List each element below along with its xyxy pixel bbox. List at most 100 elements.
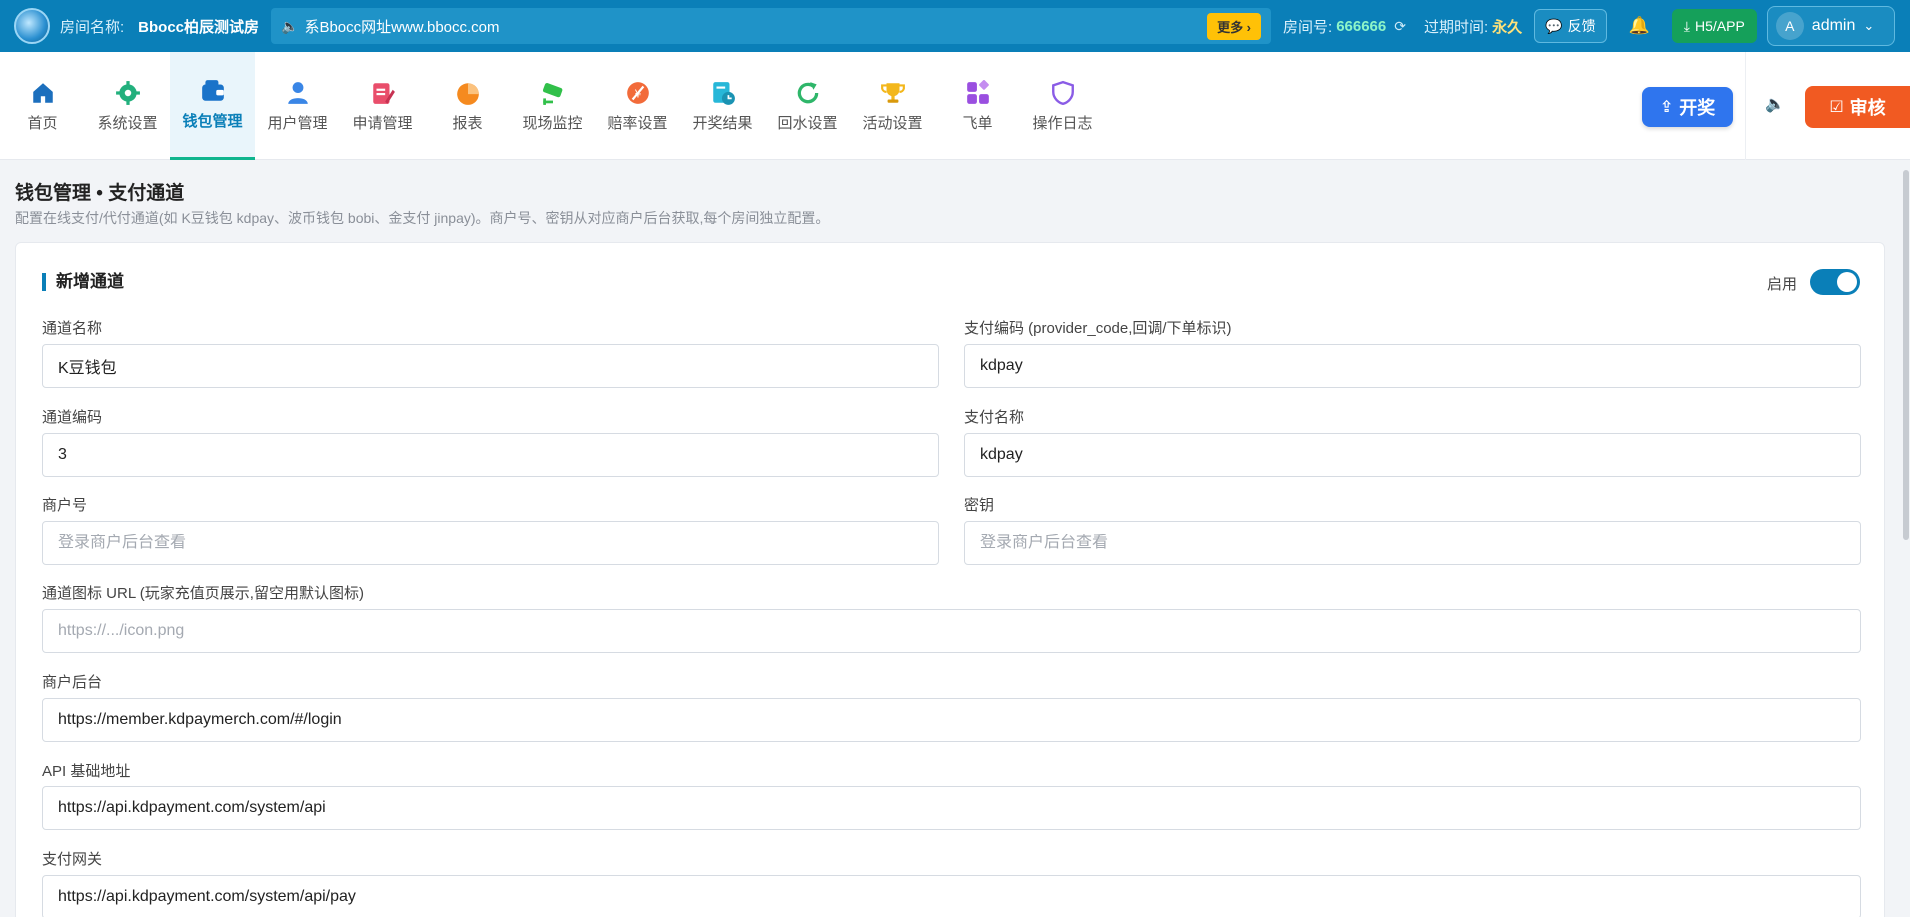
provider-code-input[interactable]	[980, 357, 1845, 375]
main-nav: 首页 系统设置 钱包管理 用户管理 申请管理 报表 现场监控 ¥ 赔率设置 开奖…	[0, 52, 1910, 160]
nav-label: 用户管理	[267, 114, 328, 132]
checkbox-icon: ☑	[1829, 99, 1844, 116]
secret-label: 密钥	[964, 497, 995, 514]
user-icon	[285, 80, 311, 106]
nav-label: 首页	[27, 114, 58, 132]
result-icon	[710, 80, 736, 106]
api-base-input[interactable]	[58, 799, 1845, 817]
notice-text: 系Bbocc网址www.bbocc.com	[304, 18, 500, 36]
nav-item-home[interactable]: 首页	[0, 52, 85, 160]
wallet-icon	[200, 78, 226, 104]
gateway-field[interactable]	[42, 875, 1861, 917]
draw-button[interactable]: ⇪ 开奖	[1642, 87, 1733, 127]
refresh-icon[interactable]: ⟳	[1394, 18, 1406, 35]
icon-url-field[interactable]	[42, 609, 1861, 653]
merchant-backend-input[interactable]	[58, 711, 1845, 729]
pay-name-label: 支付名称	[964, 409, 1025, 426]
user-menu[interactable]: A admin ⌄	[1766, 6, 1895, 46]
nav-item-live-monitor[interactable]: 现场监控	[510, 52, 595, 160]
icon-url-input[interactable]	[58, 622, 1845, 640]
nav-label: 赔率设置	[607, 114, 668, 132]
nav-label: 飞单	[962, 114, 993, 132]
camera-icon	[540, 80, 566, 106]
api-base-label: API 基础地址	[42, 763, 131, 780]
pay-name-input[interactable]	[980, 446, 1845, 464]
nav-item-draw-results[interactable]: 开奖结果	[680, 52, 765, 160]
nav-label: 钱包管理	[182, 113, 243, 130]
speaker-icon: 🔈	[281, 17, 299, 34]
nav-item-user-management[interactable]: 用户管理	[255, 52, 340, 160]
h5-app-label: H5/APP	[1694, 18, 1745, 34]
nav-item-applications[interactable]: 申请管理	[340, 52, 425, 160]
nav-label: 活动设置	[862, 114, 923, 132]
h5-app-button[interactable]: ⤓ H5/APP	[1671, 9, 1757, 43]
feedback-label: 反馈	[1567, 18, 1596, 34]
api-base-field[interactable]	[42, 786, 1861, 830]
draw-button-label: 开奖	[1679, 98, 1716, 118]
nav-label: 报表	[452, 114, 483, 132]
feedback-button[interactable]: 💬 反馈	[1534, 9, 1607, 43]
gateway-input[interactable]	[58, 888, 1845, 906]
username: admin	[1811, 17, 1856, 34]
pie-chart-icon	[455, 80, 481, 106]
nav-item-fly-orders[interactable]: 飞单	[935, 52, 1020, 160]
channel-name-field[interactable]	[42, 344, 939, 388]
channel-code-field[interactable]	[42, 433, 939, 477]
scrollbar-thumb[interactable]	[1903, 170, 1909, 540]
merchant-no-label: 商户号	[42, 497, 88, 514]
merchant-no-field[interactable]	[42, 521, 939, 565]
card-title: 新增通道	[42, 273, 124, 291]
nav-label: 开奖结果	[692, 114, 753, 132]
room-number-label: 房间号:	[1283, 18, 1333, 36]
channel-name-input[interactable]	[58, 357, 923, 375]
home-icon	[30, 80, 56, 106]
download-icon: ⤓	[1683, 17, 1690, 34]
merchant-no-input[interactable]	[58, 534, 923, 552]
apps-icon	[965, 79, 991, 106]
gateway-label: 支付网关	[42, 851, 103, 868]
more-button[interactable]: 更多 ›	[1207, 12, 1262, 40]
odds-icon: ¥	[625, 80, 651, 106]
icon-url-label: 通道图标 URL (玩家充值页展示,留空用默认图标)	[42, 585, 364, 602]
page-title: 钱包管理 • 支付通道	[15, 183, 185, 204]
nav-item-system-settings[interactable]: 系统设置	[85, 52, 170, 160]
channel-name-label: 通道名称	[42, 320, 103, 337]
refresh-icon	[795, 80, 821, 106]
secret-field[interactable]	[964, 521, 1861, 565]
notice-bar: 🔈 系Bbocc网址www.bbocc.com 更多 ›	[271, 8, 1272, 44]
bell-icon[interactable]: 🔔	[1629, 16, 1650, 36]
enable-label: 启用	[1767, 276, 1798, 293]
review-button-label: 审核	[1849, 98, 1886, 118]
channel-form-card: 新增通道 启用 通道名称 支付编码 (provider_code,回调/下单标识…	[15, 242, 1885, 917]
nav-item-activity-settings[interactable]: 活动设置	[850, 52, 935, 160]
nav-item-wallet[interactable]: 钱包管理	[170, 52, 255, 160]
chat-icon: 💬	[1545, 17, 1563, 34]
avatar: A	[1775, 12, 1804, 40]
channel-code-input[interactable]	[58, 446, 923, 464]
page-scrollbar[interactable]	[1902, 160, 1910, 917]
provider-code-field[interactable]	[964, 344, 1861, 388]
channel-code-label: 通道编码	[42, 409, 103, 426]
page-description: 配置在线支付/代付通道(如 K豆钱包 kdpay、波币钱包 bobi、金支付 j…	[15, 210, 830, 226]
room-name: Bbocc柏辰测试房	[138, 18, 260, 36]
nav-item-operation-log[interactable]: 操作日志	[1020, 52, 1105, 160]
nav-label: 现场监控	[522, 114, 583, 132]
review-button[interactable]: ☑ 审核	[1805, 86, 1910, 128]
nav-label: 回水设置	[777, 114, 838, 132]
expire-label: 过期时间:	[1423, 18, 1489, 36]
enable-toggle[interactable]	[1810, 269, 1860, 295]
room-number: 666666	[1336, 17, 1387, 35]
nav-item-rebate-settings[interactable]: 回水设置	[765, 52, 850, 160]
nav-label: 操作日志	[1032, 114, 1093, 132]
secret-input[interactable]	[980, 534, 1845, 552]
nav-item-reports[interactable]: 报表	[425, 52, 510, 160]
nav-item-odds-settings[interactable]: ¥ 赔率设置	[595, 52, 680, 160]
expire-value: 永久	[1492, 18, 1523, 36]
app-logo	[14, 8, 50, 44]
merchant-backend-field[interactable]	[42, 698, 1861, 742]
top-bar: 房间名称: Bbocc柏辰测试房 🔈 系Bbocc网址www.bbocc.com…	[0, 0, 1910, 52]
pay-name-field[interactable]	[964, 433, 1861, 477]
nav-label: 系统设置	[97, 114, 158, 132]
trophy-icon	[880, 80, 906, 106]
volume-icon[interactable]: 🔈	[1765, 94, 1785, 114]
